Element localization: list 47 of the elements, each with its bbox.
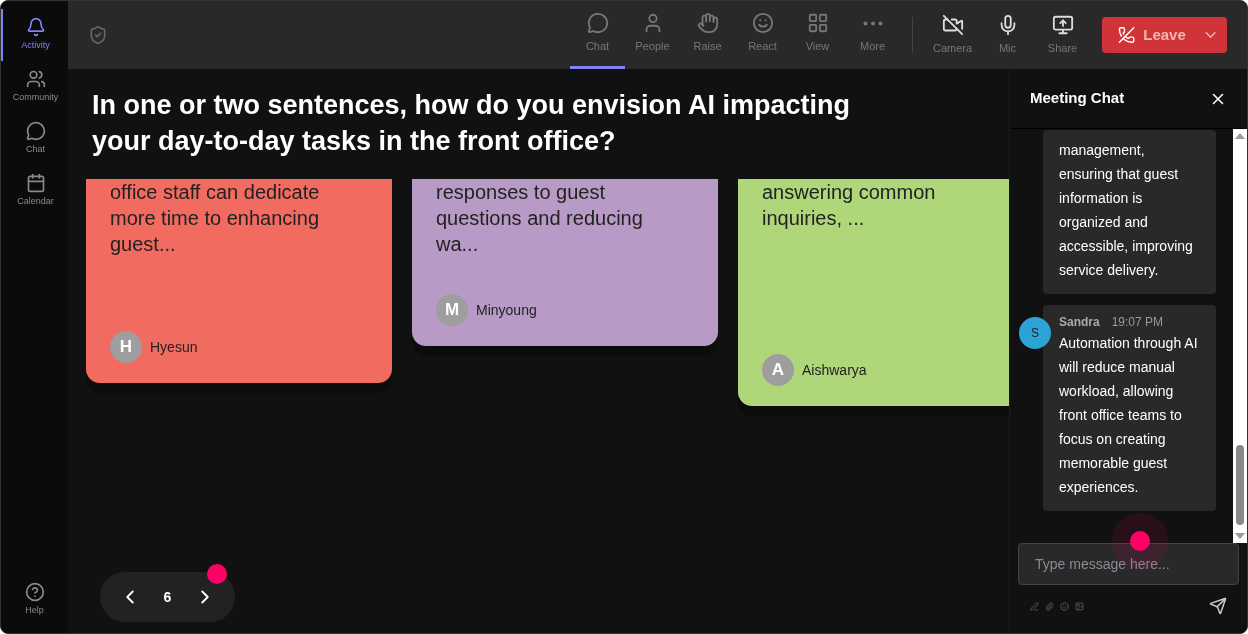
chat-icon xyxy=(586,12,609,35)
rail-item[interactable]: Community xyxy=(1,61,68,113)
toolbar-button[interactable]: More xyxy=(845,1,900,69)
send-icon[interactable] xyxy=(1209,597,1227,615)
shield-icon xyxy=(88,25,108,45)
author-name: Minyoung xyxy=(476,300,537,320)
device-button[interactable]: Share xyxy=(1035,13,1090,57)
chat-title: Meeting Chat xyxy=(1030,88,1125,109)
page-number: 6 xyxy=(163,587,172,607)
phone-icon xyxy=(1118,26,1136,44)
chat-icon xyxy=(25,121,46,142)
note-text: office staff can dedicate more time to enhancing guest... xyxy=(110,180,321,257)
camera-off-icon xyxy=(941,13,964,36)
more-icon xyxy=(862,20,883,26)
message-text: management, ensuring that guest information is organized and accessible, improving service delivery. xyxy=(1059,141,1194,280)
calendar-icon xyxy=(25,173,46,194)
rail-item[interactable]: Calendar xyxy=(1,165,68,217)
note-text: responses to guest questions and reducing wa... xyxy=(436,180,644,257)
leave-button[interactable]: Leave xyxy=(1102,17,1227,53)
people-icon xyxy=(25,69,46,90)
hand-icon xyxy=(696,12,719,35)
message-time: 19:07 PM xyxy=(1111,314,1164,331)
bell-icon xyxy=(25,17,46,38)
device-button[interactable]: Mic xyxy=(980,13,1035,57)
note-text: answering common inquiries, ... xyxy=(762,180,937,231)
author-avatar: M xyxy=(436,294,468,326)
author-avatar: A xyxy=(762,354,794,386)
rail-item[interactable]: Chat xyxy=(1,113,68,165)
toolbar-button[interactable]: Raise xyxy=(680,1,735,69)
sender-name: Sandra xyxy=(1059,314,1100,331)
share-icon xyxy=(1051,13,1074,36)
help-button[interactable]: Help xyxy=(24,581,45,617)
smile-icon xyxy=(751,12,774,35)
toolbar-button[interactable]: Chat xyxy=(570,1,625,69)
toolbar-button[interactable]: React xyxy=(735,1,790,69)
question-heading: In one or two sentences, how do you envision AI impacting your day-to-day tasks in the front office? xyxy=(91,89,852,158)
message-text: Automation through AI will reduce manual workload, allowing front office teams to focus on creating memorable guest experiences. xyxy=(1059,334,1199,497)
author-avatar: H xyxy=(110,331,142,363)
help-icon xyxy=(24,581,45,602)
author-name: Aishwarya xyxy=(802,360,867,380)
message-input[interactable]: Type message here... xyxy=(1018,543,1239,585)
author-name: Hyesun xyxy=(150,337,198,357)
sender-avatar: S xyxy=(1019,317,1051,349)
device-button[interactable]: Camera xyxy=(925,13,980,57)
grid-icon xyxy=(806,12,829,35)
toolbar-button[interactable]: View xyxy=(790,1,845,69)
toolbar-button[interactable]: People xyxy=(625,1,680,69)
